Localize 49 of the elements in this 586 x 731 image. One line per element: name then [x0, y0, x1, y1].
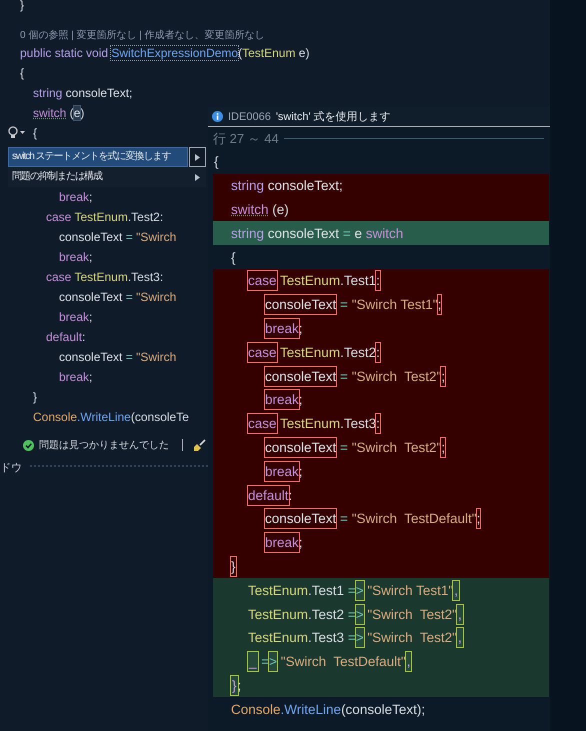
code-lens-info: 0 個の参照 | 変更箇所なし | 作成者なし、変更箇所なし	[20, 29, 265, 43]
code-line: consoleText = "Swirch	[59, 229, 176, 245]
code-line: Console.WriteLine(consoleTe	[33, 409, 189, 425]
code-line: break;	[265, 462, 303, 481]
code-line: consoleText = "Swirch Test1";	[265, 295, 442, 314]
code-line: case TestEnum.Test3:	[46, 269, 164, 285]
code-line: Console.WriteLine(consoleText);	[231, 700, 426, 719]
code-line: {	[231, 248, 236, 267]
status-message: 問題は見つかりませんでした	[39, 439, 169, 452]
code-line: TestEnum.Test3 => "Swirch Test2",	[248, 628, 463, 648]
code-line: break;	[59, 369, 92, 385]
code-line: break;	[59, 189, 92, 205]
code-line: case TestEnum.Test2:	[46, 209, 164, 225]
panel-tab[interactable]: ドウ	[0, 460, 22, 474]
diagnostic-id: IDE0066	[228, 110, 271, 122]
code-line: consoleText = "Swirch Test2";	[265, 366, 446, 386]
code-line: break;	[265, 318, 303, 338]
code-line: default:	[46, 329, 86, 345]
code-line: {	[20, 65, 24, 81]
code-line: TestEnum.Test1 => "Swirch Test1",	[248, 580, 459, 600]
line-range: 行 27 ～ 44	[213, 130, 279, 148]
menu-item[interactable]: 問題の抑制または構成	[8, 167, 188, 187]
code-line: consoleText = "Swirch TestDefault";	[265, 509, 480, 528]
diagnostic-title: 'switch' 式を使用します	[276, 110, 391, 124]
code-line: consoleText = "Swirch Test2";	[265, 438, 446, 457]
code-line: case TestEnum.Test3:	[248, 414, 380, 434]
code-line: switch (e)	[33, 105, 84, 121]
code-line: {	[214, 153, 219, 172]
code-line: {	[33, 125, 38, 141]
code-line: TestEnum.Test2 => "Swirch Test2",	[248, 604, 463, 624]
code-line: case TestEnum.Test1:	[248, 271, 380, 290]
code-line: public static void SwitchExpressionDemo(TestEnum e)	[20, 45, 310, 61]
code-line: switch (e)	[231, 200, 289, 219]
code-line: };	[231, 676, 242, 695]
code-line: case TestEnum.Test2:	[248, 342, 380, 362]
code-line: string consoleText;	[33, 85, 132, 101]
code-line: }	[231, 556, 236, 576]
code-line: break;	[59, 309, 92, 325]
code-line: break;	[59, 249, 92, 265]
code-line: string consoleText;	[231, 177, 343, 196]
code-line: consoleText = "Swirch	[59, 349, 176, 365]
code-line: string consoleText = e switch	[231, 224, 404, 243]
code-line: }	[20, 0, 24, 13]
menu-item[interactable]: switch ステートメントを式に変換します	[8, 147, 188, 167]
code-line: default:	[248, 486, 292, 505]
code-line: break;	[265, 390, 303, 410]
code-line: consoleText = "Swirch	[59, 289, 176, 305]
code-line: break;	[265, 533, 303, 552]
code-line: }	[33, 389, 38, 405]
